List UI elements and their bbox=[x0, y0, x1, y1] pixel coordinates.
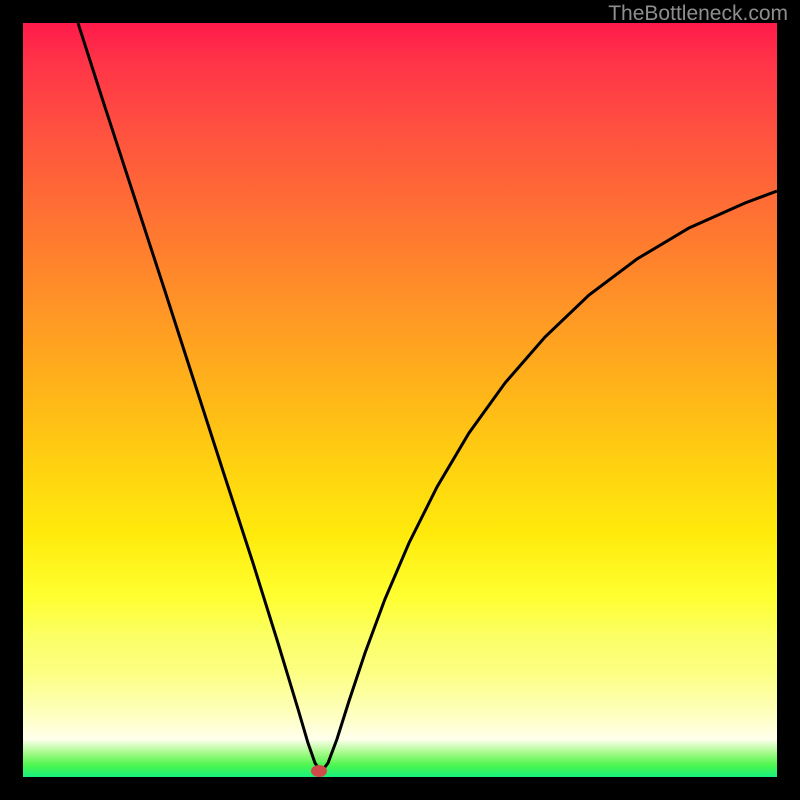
gradient-plot-area bbox=[23, 23, 777, 777]
optimal-point-marker bbox=[311, 765, 327, 777]
watermark-text: TheBottleneck.com bbox=[608, 2, 788, 26]
chart-svg bbox=[23, 23, 777, 777]
bottleneck-curve bbox=[78, 23, 777, 772]
